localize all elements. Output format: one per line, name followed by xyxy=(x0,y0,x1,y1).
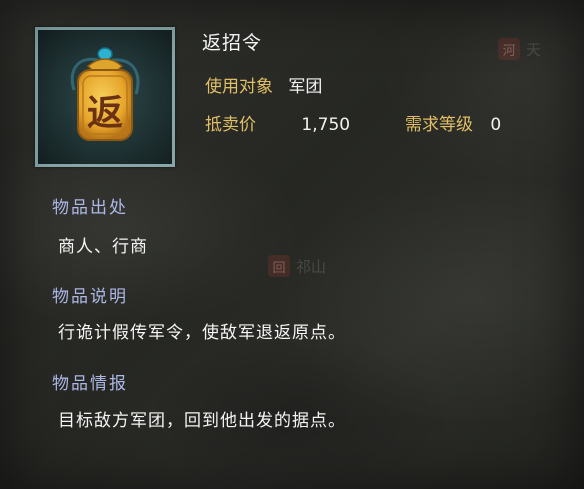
watermark-text: 天 xyxy=(526,40,542,59)
price-row: 抵卖价 1,750 xyxy=(205,110,350,135)
usage-row: 使用对象 军团 xyxy=(205,72,322,97)
section-body-intel: 目标敌方军团，回到他出发的据点。 xyxy=(58,411,346,431)
watermark-center: 回 祁山 xyxy=(268,255,326,277)
section-heading-intel: 物品情报 xyxy=(52,374,128,394)
level-row: 需求等级 0 xyxy=(405,110,501,135)
watermark-top-right: 河 天 xyxy=(498,38,541,60)
section-heading-source: 物品出处 xyxy=(52,198,128,218)
watermark-badge: 河 xyxy=(498,38,520,60)
price-label: 抵卖价 xyxy=(205,115,256,135)
usage-value: 军团 xyxy=(288,77,323,97)
price-value: 1,750 xyxy=(301,115,351,135)
usage-label: 使用对象 xyxy=(205,77,273,97)
section-body-source: 商人、行商 xyxy=(58,237,148,257)
watermark-text: 祁山 xyxy=(296,257,327,276)
section-heading-description: 物品说明 xyxy=(52,287,128,307)
level-value: 0 xyxy=(490,115,502,135)
token-glyph: 返 xyxy=(86,92,123,134)
item-icon-frame: 返 xyxy=(35,27,175,167)
level-label: 需求等级 xyxy=(405,115,473,135)
item-tooltip-panel: 河 天 回 祁山 返 返招令 使用对象 军团 抵卖价 1,750 需求等级 0 … xyxy=(0,0,584,489)
section-body-description: 行诡计假传军令，使敌军退返原点。 xyxy=(58,323,346,343)
item-name: 返招令 xyxy=(202,32,263,54)
watermark-badge: 回 xyxy=(268,255,290,277)
